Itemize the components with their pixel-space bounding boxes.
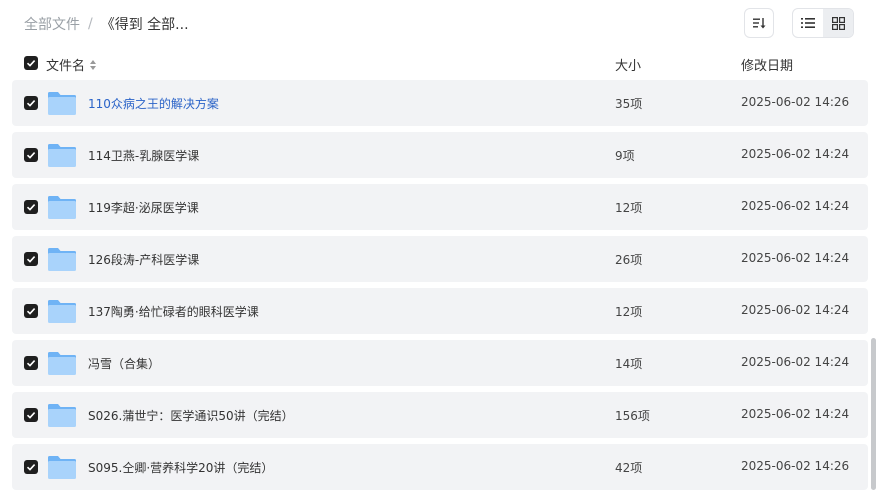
folder-icon — [48, 300, 76, 323]
row-checkbox[interactable] — [24, 252, 38, 266]
file-name[interactable]: 119李超·泌尿医学课 — [88, 199, 199, 216]
file-size: 42项 — [615, 461, 643, 475]
table-row[interactable]: 126段涛-产科医学课 26项 2025-06-02 14:24 — [12, 236, 868, 282]
table-row[interactable]: S095.仝卿·营养科学20讲（完结） 42项 2025-06-02 14:26 — [12, 444, 868, 490]
file-modified: 2025-06-02 14:24 — [741, 355, 850, 369]
column-header-modified[interactable]: 修改日期 — [741, 55, 793, 74]
file-size: 14项 — [615, 357, 643, 371]
table-row[interactable]: 114卫燕-乳腺医学课 9项 2025-06-02 14:24 — [12, 132, 868, 178]
folder-icon — [48, 196, 76, 219]
file-size: 26项 — [615, 253, 643, 267]
breadcrumb: 全部文件 / 《得到 全部... — [24, 14, 189, 34]
table-row[interactable]: 110众病之王的解决方案 35项 2025-06-02 14:26 — [12, 80, 868, 126]
file-modified: 2025-06-02 14:24 — [741, 303, 850, 317]
row-checkbox[interactable] — [24, 148, 38, 162]
list-view-icon — [801, 18, 815, 28]
check-icon — [26, 360, 36, 367]
table-row[interactable]: 137陶勇·给忙碌者的眼科医学课 12项 2025-06-02 14:24 — [12, 288, 868, 334]
column-header-size[interactable]: 大小 — [615, 55, 641, 74]
column-header-name-label: 文件名 — [46, 59, 86, 74]
file-size: 9项 — [615, 149, 635, 163]
column-header-name[interactable]: 文件名 — [46, 55, 97, 74]
row-checkbox[interactable] — [24, 200, 38, 214]
file-modified: 2025-06-02 14:24 — [741, 407, 850, 421]
breadcrumb-root-link[interactable]: 全部文件 — [24, 14, 80, 34]
check-icon — [26, 464, 36, 471]
check-icon — [26, 100, 36, 107]
file-name[interactable]: 冯雪（合集） — [88, 355, 160, 372]
table-row[interactable]: 冯雪（合集） 14项 2025-06-02 14:24 — [12, 340, 868, 386]
folder-icon — [48, 352, 76, 375]
table-header: 文件名 大小 修改日期 — [0, 52, 868, 76]
check-icon — [26, 308, 36, 315]
sort-button[interactable] — [744, 8, 774, 38]
check-icon — [26, 204, 36, 211]
folder-icon — [48, 92, 76, 115]
grid-view-icon — [831, 16, 845, 30]
view-toggle — [792, 8, 854, 38]
breadcrumb-current: 《得到 全部... — [100, 17, 189, 33]
file-name[interactable]: S095.仝卿·营养科学20讲（完结） — [88, 459, 273, 476]
file-modified: 2025-06-02 14:26 — [741, 95, 850, 109]
folder-icon — [48, 456, 76, 479]
file-size: 156项 — [615, 409, 650, 423]
folder-icon — [48, 248, 76, 271]
file-name[interactable]: 126段涛-产科医学课 — [88, 251, 199, 268]
file-modified: 2025-06-02 14:24 — [741, 147, 850, 161]
file-name[interactable]: 110众病之王的解决方案 — [88, 95, 219, 112]
select-all-checkbox[interactable] — [24, 56, 38, 70]
check-icon — [26, 60, 36, 67]
folder-icon — [48, 144, 76, 167]
file-size: 12项 — [615, 201, 643, 215]
file-name[interactable]: S026.蒲世宁：医学通识50讲（完结） — [88, 407, 294, 424]
check-icon — [26, 152, 36, 159]
sort-icon — [753, 18, 766, 29]
file-modified: 2025-06-02 14:24 — [741, 251, 850, 265]
grid-view-button[interactable] — [823, 9, 853, 37]
file-modified: 2025-06-02 14:26 — [741, 459, 850, 473]
scrollbar-thumb[interactable] — [871, 338, 876, 490]
table-row[interactable]: 119李超·泌尿医学课 12项 2025-06-02 14:24 — [12, 184, 868, 230]
row-checkbox[interactable] — [24, 356, 38, 370]
row-checkbox[interactable] — [24, 96, 38, 110]
file-name[interactable]: 137陶勇·给忙碌者的眼科医学课 — [88, 303, 259, 320]
check-icon — [26, 412, 36, 419]
file-modified: 2025-06-02 14:24 — [741, 199, 850, 213]
row-checkbox[interactable] — [24, 460, 38, 474]
file-name[interactable]: 114卫燕-乳腺医学课 — [88, 147, 199, 164]
sort-toggle-icon — [90, 59, 97, 70]
file-size: 35项 — [615, 97, 643, 111]
breadcrumb-separator: / — [88, 16, 93, 32]
check-icon — [26, 256, 36, 263]
file-size: 12项 — [615, 305, 643, 319]
list-view-button[interactable] — [793, 9, 823, 37]
row-checkbox[interactable] — [24, 304, 38, 318]
row-checkbox[interactable] — [24, 408, 38, 422]
folder-icon — [48, 404, 76, 427]
table-row[interactable]: S026.蒲世宁：医学通识50讲（完结） 156项 2025-06-02 14:… — [12, 392, 868, 438]
